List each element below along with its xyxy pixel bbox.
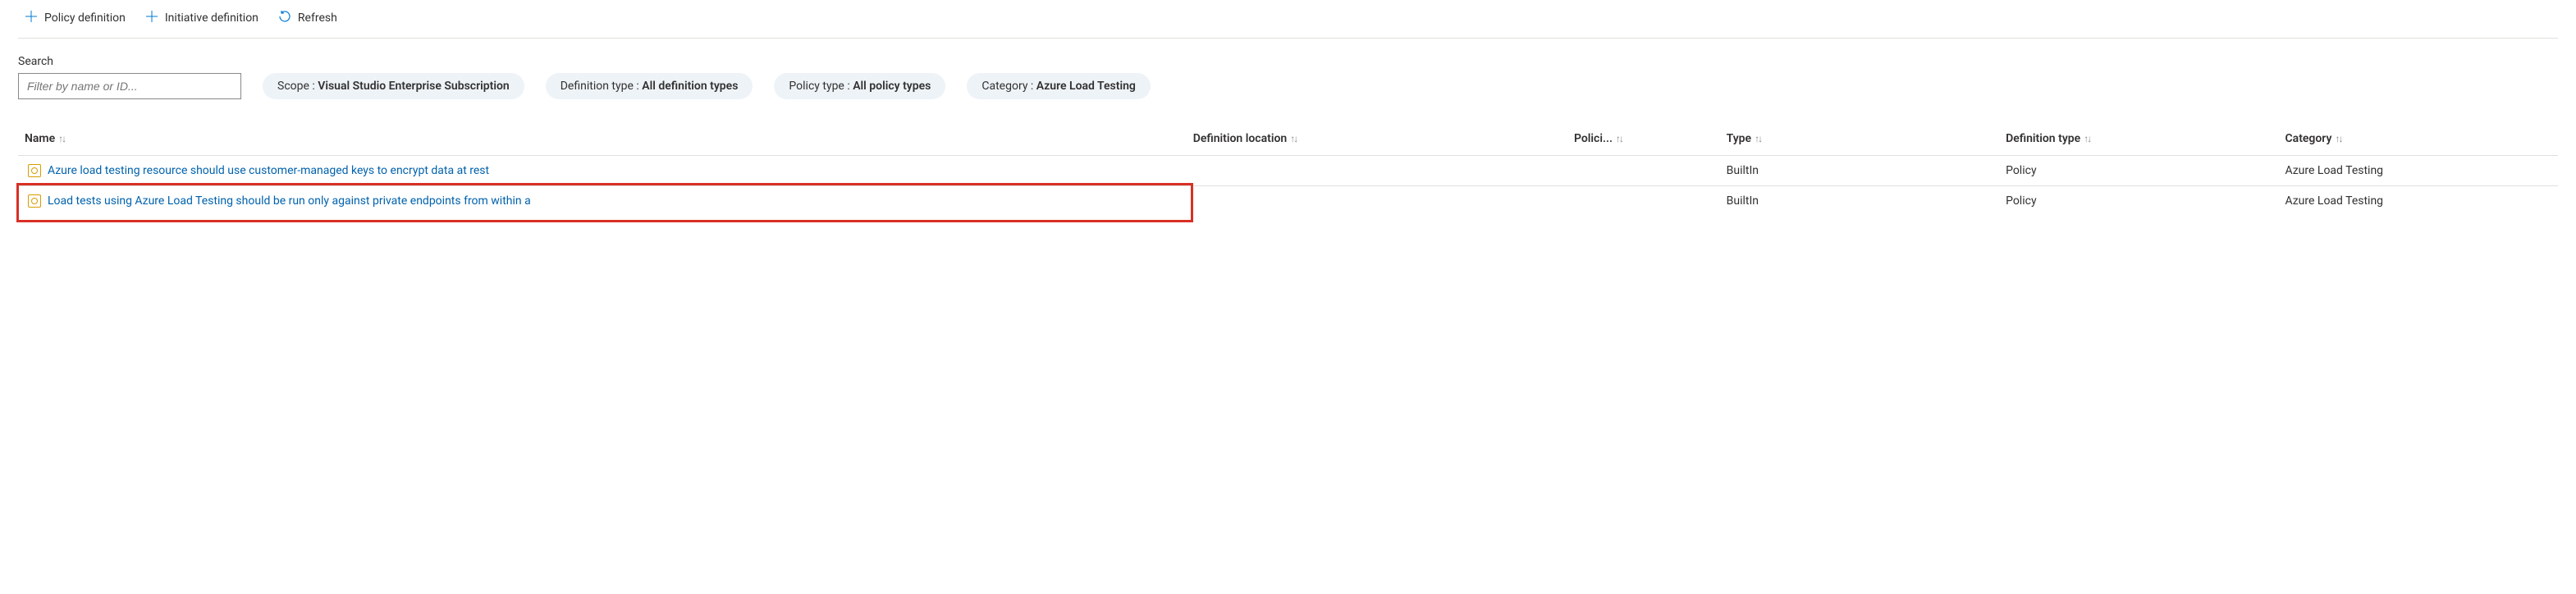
toolbar-label: Refresh	[298, 11, 337, 25]
pill-value: Azure Load Testing	[1036, 80, 1136, 93]
definition-type-filter-pill[interactable]: Definition type : All definition types	[546, 73, 753, 99]
policy-type-filter-pill[interactable]: Policy type : All policy types	[774, 73, 945, 99]
scope-filter-pill[interactable]: Scope : Visual Studio Enterprise Subscri…	[263, 73, 524, 99]
col-header-type[interactable]: Type ↑↓	[1720, 124, 1999, 156]
cell-location	[1187, 156, 1567, 186]
policy-definition-icon	[28, 164, 41, 177]
cell-policies	[1567, 186, 1720, 217]
col-header-location[interactable]: Definition location↑↓	[1187, 124, 1567, 156]
table-row[interactable]: Azure load testing resource should use c…	[18, 156, 2558, 186]
col-header-name[interactable]: Name↑↓	[18, 124, 1187, 156]
definitions-table: Name↑↓ Definition location↑↓ Polici...↑↓…	[18, 124, 2558, 216]
cell-type: BuiltIn	[1720, 156, 1999, 186]
search-label: Search	[18, 55, 2558, 68]
toolbar: Policy definition Initiative definition …	[18, 0, 2558, 39]
sort-icon: ↑↓	[58, 133, 65, 144]
cell-type: BuiltIn	[1720, 186, 1999, 217]
sort-icon: ↑↓	[1755, 133, 1761, 144]
cell-location	[1187, 186, 1567, 217]
col-header-label: Definition type	[2006, 132, 2080, 145]
search-input[interactable]	[18, 73, 241, 99]
sort-icon: ↑↓	[1290, 133, 1297, 144]
col-header-deftype[interactable]: Definition type ↑↓	[1999, 124, 2278, 156]
pill-key: Scope :	[277, 80, 318, 93]
sort-icon: ↑↓	[2084, 133, 2090, 144]
sort-icon: ↑↓	[1616, 133, 1622, 144]
cell-category: Azure Load Testing	[2279, 156, 2558, 186]
cell-deftype: Policy	[1999, 186, 2278, 217]
table-header-row: Name↑↓ Definition location↑↓ Polici...↑↓…	[18, 124, 2558, 156]
new-initiative-definition-button[interactable]: Initiative definition	[144, 7, 260, 30]
plus-icon	[25, 10, 38, 26]
col-header-label: Name	[25, 132, 55, 145]
table-row[interactable]: Load tests using Azure Load Testing shou…	[18, 186, 2558, 217]
pill-key: Category :	[981, 80, 1036, 93]
cell-category: Azure Load Testing	[2279, 186, 2558, 217]
definition-name-link[interactable]: Azure load testing resource should use c…	[48, 164, 489, 177]
category-filter-pill[interactable]: Category : Azure Load Testing	[967, 73, 1151, 99]
col-header-label: Category	[2285, 132, 2332, 145]
pill-value: All definition types	[642, 80, 738, 93]
policy-definition-icon	[28, 194, 41, 208]
pill-key: Definition type :	[560, 80, 643, 93]
definition-name-link[interactable]: Load tests using Azure Load Testing shou…	[48, 194, 531, 208]
toolbar-label: Policy definition	[44, 11, 126, 25]
cell-policies	[1567, 156, 1720, 186]
toolbar-label: Initiative definition	[165, 11, 259, 25]
cell-deftype: Policy	[1999, 156, 2278, 186]
refresh-button[interactable]: Refresh	[277, 7, 339, 30]
pill-key: Policy type :	[789, 80, 853, 93]
new-policy-definition-button[interactable]: Policy definition	[23, 7, 127, 30]
col-header-label: Definition location	[1193, 132, 1288, 145]
filter-row: Scope : Visual Studio Enterprise Subscri…	[18, 73, 2558, 99]
col-header-label: Polici...	[1574, 132, 1613, 145]
pill-value: Visual Studio Enterprise Subscription	[318, 80, 509, 93]
sort-icon: ↑↓	[2335, 133, 2341, 144]
col-header-label: Type	[1727, 132, 1751, 145]
col-header-policies[interactable]: Polici...↑↓	[1567, 124, 1720, 156]
plus-icon	[145, 10, 158, 26]
pill-value: All policy types	[853, 80, 931, 93]
refresh-icon	[278, 10, 291, 26]
col-header-category[interactable]: Category↑↓	[2279, 124, 2558, 156]
